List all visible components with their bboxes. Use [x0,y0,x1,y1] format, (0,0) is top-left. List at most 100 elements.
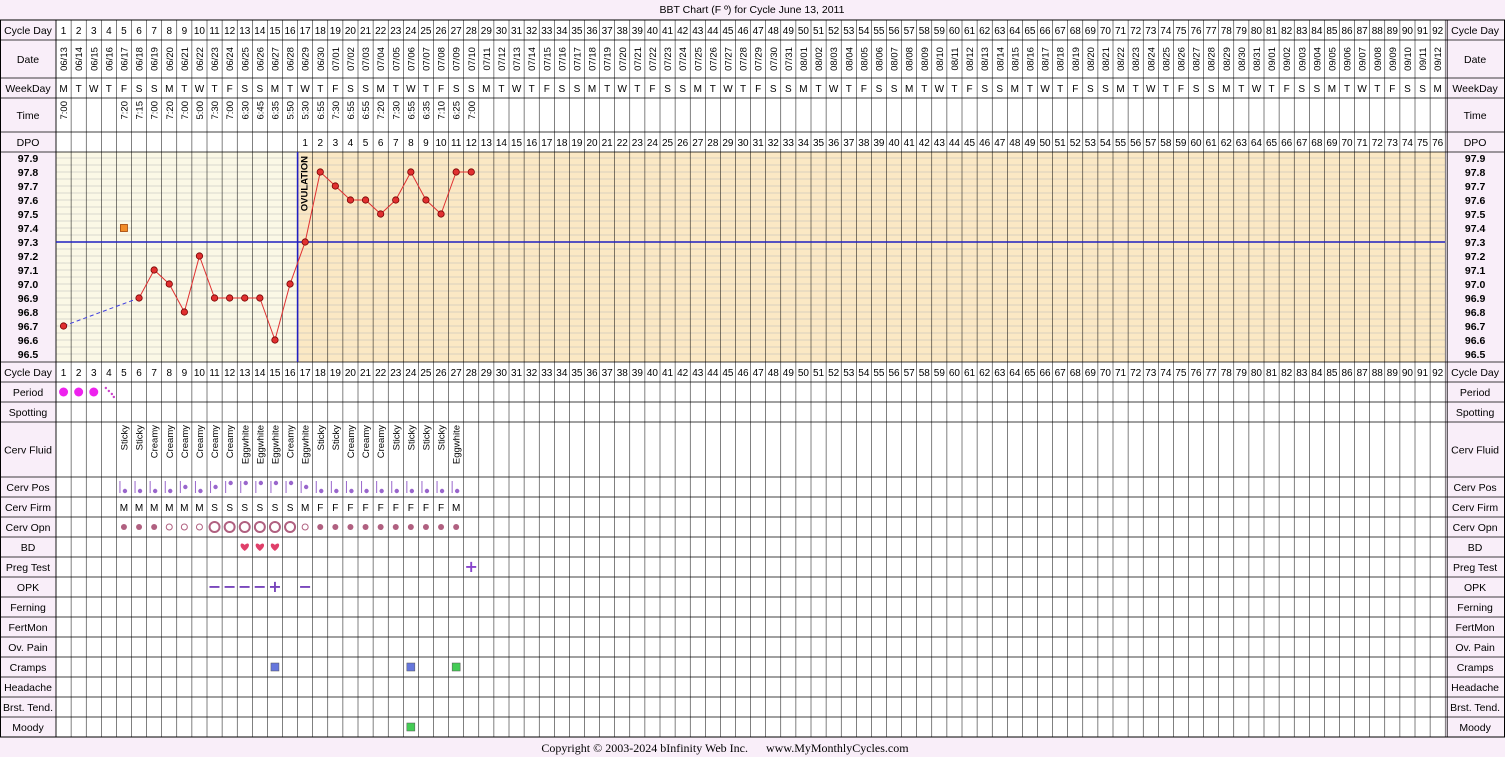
date-label: 08/11 [950,47,961,70]
cycle-day-number: 91 [1417,26,1429,37]
cramps-marker [270,662,280,672]
temp-point [316,168,324,176]
weekday-label: W [935,84,945,95]
cycle-day-number: 74 [1160,26,1172,37]
temp-point [180,308,188,316]
cycle-day-number: 25 [420,368,432,379]
weekday-label: S [664,84,671,95]
weekday-label: M [799,84,807,95]
weekday-label: M [1433,84,1441,95]
moody-marker [406,722,416,732]
dpo-number: 49 [1024,138,1036,149]
cramps-marker [406,662,416,672]
cycle-day-number: 19 [330,368,342,379]
cerv-firm-value: M [165,503,173,514]
dpo-number: 72 [1372,138,1384,149]
weekday-label: M [1116,84,1124,95]
cerv-pos-dot [258,480,264,486]
date-label: 06/26 [255,47,266,71]
dpo-number: 29 [722,138,734,149]
weekday-label: S [468,84,475,95]
temp-point [135,294,143,302]
date-label: 06/20 [165,47,176,71]
y-tick-left: 96.7 [18,321,39,333]
y-tick-left: 97.6 [18,195,39,207]
row-label-right-cerv_fluid: Cerv Fluid [1451,445,1499,457]
date-label: 08/08 [905,47,916,71]
cycle-day-number: 45 [722,26,734,37]
temp-point [150,266,158,274]
cycle-day-number: 65 [1024,26,1036,37]
cycle-day-number: 17 [300,26,312,37]
temp-point [392,196,400,204]
cycle-day-number: 56 [888,26,900,37]
cycle-day-number: 50 [798,26,810,37]
date-label: 08/02 [814,47,825,71]
cerv-pos-dot [454,488,460,494]
date-label: 08/09 [920,47,931,71]
cerv-fluid-value: Sticky [421,425,432,451]
cycle-day-number: 43 [692,368,704,379]
cycle-day-number: 10 [194,26,206,37]
weekday-label: M [1328,84,1336,95]
cycle-day-number: 11 [209,368,220,379]
period-spotting-dot [107,389,111,393]
weekday-label: T [710,84,716,95]
dpo-number: 24 [647,138,659,149]
weekday-label: T [921,84,927,95]
cycle-day-number: 83 [1296,26,1308,37]
cycle-day-number: 39 [632,26,644,37]
weekday-label: S [151,84,158,95]
time-label: 7:00 [225,101,236,120]
cycle-day-number: 72 [1130,26,1142,37]
cycle-day-number: 40 [647,26,659,37]
cycle-day-number: 44 [707,368,719,379]
temp-point [210,294,219,302]
dpo-number: 14 [496,138,508,149]
cerv-firm-value: M [150,503,158,514]
temp-point [437,210,445,218]
cycle-day-number: 33 [541,368,553,379]
weekday-label: M [588,84,596,95]
cycle-day-number: 52 [828,368,840,379]
cycle-day-number: 92 [1432,26,1444,37]
cycle-day-number: 19 [330,26,342,37]
cerv-pos-dot [198,488,203,494]
cycle-day-number: 13 [239,26,251,37]
row-label-left-opk: OPK [17,582,39,594]
cycle-day-number: 53 [843,26,855,37]
dpo-number: 76 [1432,138,1444,149]
cycle-day-number: 48 [768,26,780,37]
y-tick-right: 96.6 [1465,335,1486,347]
date-label: 07/13 [512,47,523,71]
date-label: 06/16 [104,47,115,71]
y-tick-left: 97.0 [18,279,39,291]
cycle-day-number: 91 [1417,368,1429,379]
cycle-day-number: 41 [662,368,674,379]
temp-point [286,280,294,288]
weekday-label: S [574,84,581,95]
cerv-firm-value: F [317,503,323,514]
cycle-day-number: 62 [979,368,991,379]
temp-point [331,182,339,190]
date-label: 09/12 [1433,47,1444,71]
date-label: 07/01 [331,47,342,71]
weekday-label: S [1087,84,1094,95]
cerv-firm-value: S [226,503,233,514]
cycle-day-number: 31 [511,26,523,37]
date-label: 06/22 [195,47,206,71]
cycle-day-number: 1 [61,368,67,379]
period-spotting-dot [104,386,108,390]
cerv-opn-closed [151,524,158,530]
footer-site-link[interactable]: www.MyMonthlyCycles.com [766,741,909,755]
y-tick-left: 97.7 [18,181,39,193]
cycle-day-number: 71 [1115,368,1127,379]
dpo-number: 31 [753,138,765,149]
cerv-firm-value: M [180,503,188,514]
cycle-day-number: 7 [151,26,157,37]
cycle-day-number: 86 [1341,368,1353,379]
cycle-day-number: 51 [813,26,825,37]
date-label: 08/05 [859,47,870,71]
cycle-day-number: 69 [1085,26,1097,37]
cycle-day-number: 36 [586,26,598,37]
